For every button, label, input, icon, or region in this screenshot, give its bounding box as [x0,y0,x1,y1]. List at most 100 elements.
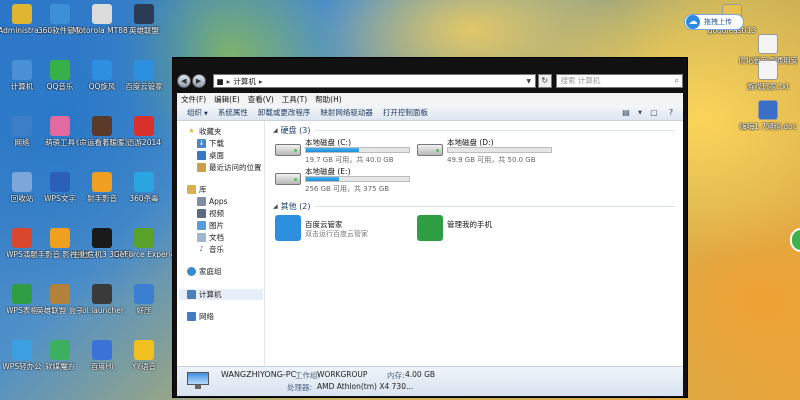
sidebar-item-label: 最近访问的位置 [209,163,262,172]
organize-button[interactable]: 组织 ▼ [187,107,208,118]
drive-usage-bar [447,147,552,153]
breadcrumb-computer[interactable]: 计算机 [233,76,256,87]
sidebar-item-recent[interactable]: 最近访问的位置 [197,162,262,173]
computer-icon [187,290,196,299]
box-icon [50,284,70,304]
processor-value: AMD Athlon(tm) X4 730... [317,382,414,391]
download-folder-icon: ↓ [197,139,206,148]
sidebar-item-label: 视频 [209,209,224,218]
memory-value: 4.00 GB [405,370,436,379]
desktop-icon-label: 游戏玩家.txt [746,82,790,91]
hard-drive-icon [275,144,301,156]
desktop-icon-nvidia[interactable]: GeForce Experience [114,228,174,259]
other-baidu-cloud[interactable]: 百度云管家 双击运行百度云管家 [275,213,425,243]
back-button[interactable]: ◀ [177,74,191,88]
desktop-icon-label: 百度云管家 [125,82,163,91]
sidebar-item-downloads[interactable]: ↓ 下载 [197,138,224,149]
upload-pill-button[interactable]: ☁ 拖拽上传 [684,14,744,30]
menu-view[interactable]: 查看(V) [248,94,274,105]
sidebar-item-favorites[interactable]: ★ 收藏夹 [187,126,221,137]
cloud-icon [134,60,154,80]
recycle-bin-icon [12,172,32,192]
sidebar-item-videos[interactable]: 视频 [197,208,224,219]
address-bar[interactable]: ■ ▸ 计算机 ▸ ▼ [212,74,536,88]
menu-tools[interactable]: 工具(T) [282,94,307,105]
chat-icon [92,340,112,360]
help-icon[interactable]: ? [665,108,677,118]
desktop-icon-archive[interactable]: 好压 [114,284,174,315]
desktop-icon-word-doc[interactable]: 嗨嗨1.7网络.doc [738,100,798,131]
view-options-icon[interactable]: ▤ [620,108,632,118]
homegroup-icon [187,267,196,276]
drive-d[interactable]: 本地磁盘 (D:) 49.9 GB 可用，共 50.0 GB [417,137,567,165]
pc-name: WANGZHIYONG-PC [221,370,297,379]
menu-edit[interactable]: 编辑(E) [214,94,240,105]
sidebar-item-libraries[interactable]: 库 [187,184,207,195]
preview-pane-icon[interactable]: ▢ [648,108,660,118]
navigation-bar: ◀ ▶ ■ ▸ 计算机 ▸ ▼ ↻ 搜索 计算机 ⌕ [177,72,683,90]
sidebar-item-network[interactable]: 网络 [187,311,214,322]
desktop-icon-antivirus[interactable]: 360杀毒 [114,172,174,203]
sidebar-item-label: 音乐 [209,245,224,254]
sidebar-item-label: 计算机 [199,290,222,299]
drive-e[interactable]: 本地磁盘 (E:) 256 GB 可用，共 375 GB [275,166,425,194]
speed-icon [134,116,154,136]
game-icon [92,228,112,248]
desktop-icon-label: 英雄联盟 [129,26,159,35]
desktop-icon [197,151,206,160]
collapse-arrow-icon: ◢ [273,203,278,210]
map-network-drive-button[interactable]: 映射网络驱动器 [320,107,373,118]
desktop-icon-label: 迅游2014 [126,138,162,147]
floating-ball-icon[interactable] [790,228,800,252]
uninstall-program-button[interactable]: 卸载或更改程序 [258,107,311,118]
cube-icon [50,340,70,360]
other-manage-phone[interactable]: 管理我的手机 [417,213,567,243]
desktop-icon-label: YY语音 [131,362,157,371]
chevron-down-icon[interactable]: ▼ [523,78,535,85]
desktop-icon-speed[interactable]: 迅游2014 [114,116,174,147]
hard-drive-icon [417,144,443,156]
search-input[interactable]: 搜索 计算机 ⌕ [555,74,683,88]
sidebar-item-music[interactable]: ♪ 音乐 [197,244,224,255]
desktop-icon-voice[interactable]: YY语音 [114,340,174,371]
player-icon [50,228,70,248]
drive-c[interactable]: 本地磁盘 (C:) 19.7 GB 可用，共 40.0 GB [275,137,425,165]
network-icon [187,312,196,321]
drives-group-header[interactable]: ◢ 硬盘 (3) [273,125,311,136]
qq-whirlwind-icon [92,60,112,80]
sidebar-item-computer[interactable]: 计算机 [179,289,263,300]
document-icon [758,34,778,54]
menu-help[interactable]: 帮助(H) [315,94,342,105]
drive-free-space: 49.9 GB 可用，共 50.0 GB [447,156,536,164]
launcher-icon [92,284,112,304]
sidebar-item-pictures[interactable]: 图片 [197,220,224,231]
sidebar-item-documents[interactable]: 文档 [197,232,224,243]
group-title: 硬盘 (3) [280,126,311,135]
main-pane: ◢ 硬盘 (3) 本地磁盘 (C:) 19.7 GB 可用，共 40.0 GB … [269,121,683,366]
phone-icon [92,4,112,24]
desktop-icon-game[interactable]: 英雄联盟 [114,4,174,35]
menu-file[interactable]: 文件(F) [181,94,206,105]
refresh-button[interactable]: ↻ [537,74,552,88]
desktop-icon-text-file[interactable]: 游戏玩家.txt [738,60,798,91]
recent-places-icon [197,163,206,172]
cloud-icon: ☁ [686,15,700,29]
breadcrumb-separator-icon: ▸ [258,76,263,86]
sidebar-item-homegroup[interactable]: 家庭组 [187,266,222,277]
forward-button[interactable]: ▶ [191,74,206,88]
other-description: 双击运行百度云管家 [305,230,368,238]
sidebar-item-label: 文档 [209,233,224,242]
nvidia-icon [134,228,154,248]
sidebar-item-label: 图片 [209,221,224,230]
system-properties-button[interactable]: 系统属性 [218,107,248,118]
music-library-icon: ♪ [199,245,204,253]
sidebar-item-apps[interactable]: Apps [197,196,228,207]
open-control-panel-button[interactable]: 打开控制面板 [383,107,428,118]
sidebar-item-desktop[interactable]: 桌面 [197,150,224,161]
desktop-icon-cloud[interactable]: 百度云管家 [114,60,174,91]
collapse-arrow-icon: ◢ [273,127,278,134]
navigation-pane: ★ 收藏夹 ↓ 下载 桌面 最近访问的位置 库 Apps 视频 图片 文档 ♪ … [177,121,265,366]
other-group-header[interactable]: ◢ 其他 (2) [273,201,311,212]
organize-label: 组织 [187,108,202,117]
chevron-down-icon[interactable]: ▼ [637,108,643,118]
